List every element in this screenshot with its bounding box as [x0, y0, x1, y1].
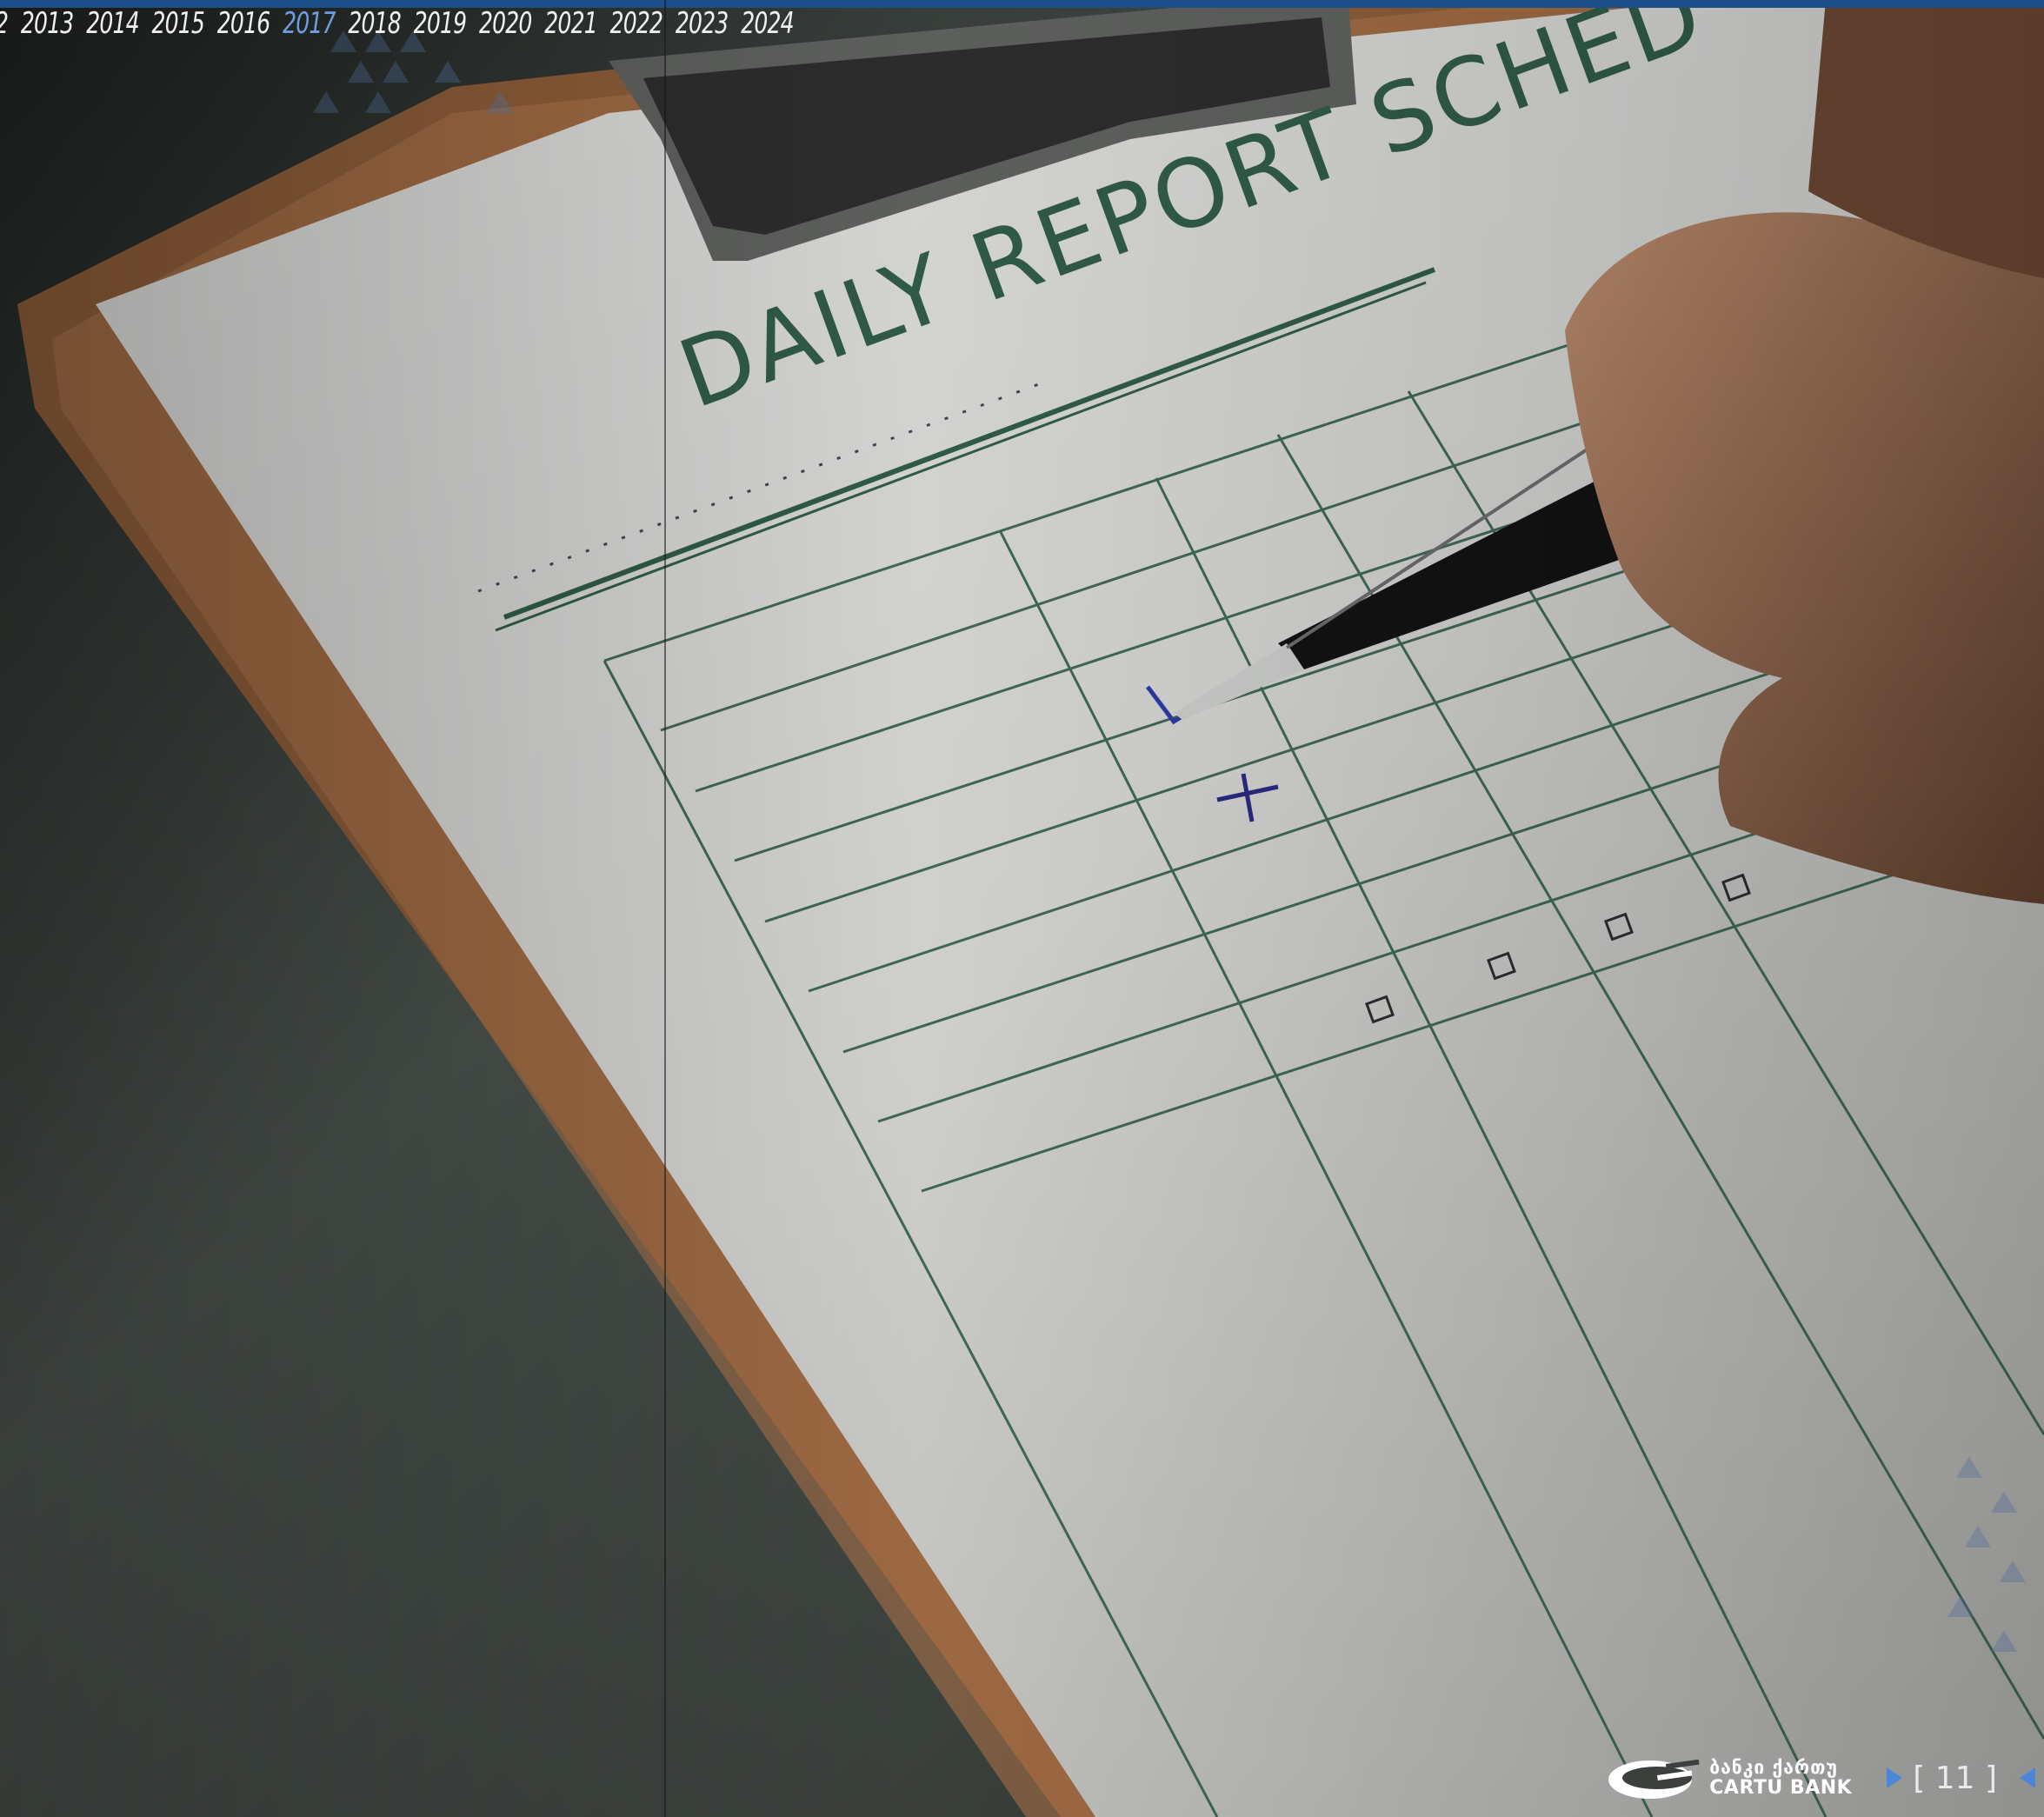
timeline-year[interactable]: 2024: [741, 2, 803, 45]
page: DAILY REPORT SCHED: [0, 0, 2044, 1817]
page-indicator: [ 11 ]: [1887, 1760, 2035, 1796]
logo-text-english: CARTU BANK: [1709, 1776, 1853, 1799]
timeline-year[interactable]: 2019: [414, 2, 476, 45]
timeline-year[interactable]: 2023: [676, 2, 738, 45]
timeline-year[interactable]: 2: [0, 2, 18, 45]
column-divider: [664, 0, 666, 1817]
timeline-year[interactable]: 2018: [348, 2, 410, 45]
cartu-swoosh-icon: [1608, 1759, 1700, 1799]
cartu-bank-logo[interactable]: ბანკი ქართუ CARTU BANK: [1605, 1752, 1852, 1804]
triangle-left-icon: [2020, 1767, 2035, 1788]
timeline-year[interactable]: 2015: [152, 2, 215, 45]
timeline-year[interactable]: 2022: [610, 2, 673, 45]
clipboard-photo: DAILY REPORT SCHED: [0, 0, 2044, 1817]
timeline-year[interactable]: 2016: [217, 2, 280, 45]
timeline-year[interactable]: 2014: [86, 2, 149, 45]
timeline-year[interactable]: 2020: [479, 2, 542, 45]
year-timeline: 2201320142015201620172018201920202021202…: [0, 2, 803, 45]
timeline-year[interactable]: 2021: [544, 2, 607, 45]
page-number: [ 11 ]: [1913, 1760, 1997, 1796]
timeline-year[interactable]: 2013: [21, 2, 83, 45]
triangle-right-icon: [1887, 1767, 1903, 1788]
timeline-year[interactable]: 2017: [283, 2, 345, 45]
footer: ბანკი ქართუ CARTU BANK [ 11 ]: [1605, 1739, 2044, 1817]
logo-text-georgian: ბანკი ქართუ: [1709, 1756, 1838, 1778]
